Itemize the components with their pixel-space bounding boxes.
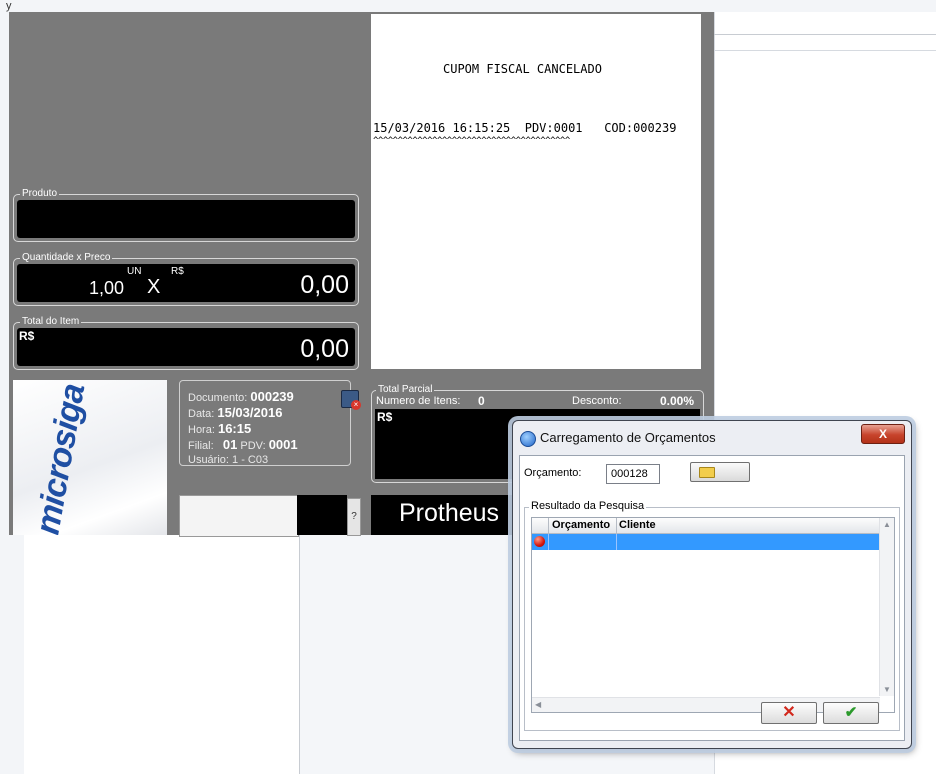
total-item-display: R$ 0,00 [17,328,355,366]
filial-label: Filial: [188,440,214,452]
total-parcial-currency: R$ [377,410,393,424]
help-button[interactable]: ? [347,498,361,536]
ok-button[interactable]: ✔ [823,702,879,724]
hora-value: 16:15 [217,421,252,436]
background-divider [714,50,936,51]
receipt-line: 15/03/2016 16:15:25 PDV:0001 COD:000239 [373,121,677,135]
logo-text: microsiga [28,381,93,535]
table-cell [532,534,549,550]
receipt-display: CUPOM FISCAL CANCELADO 15/03/2016 16:15:… [371,14,701,369]
receipt-title: CUPOM FISCAL CANCELADO [443,62,602,76]
total-item-field: Total do Item R$ 0,00 [13,316,359,370]
results-grid: Orçamento Cliente ▲ ▼ ◀ ▶ [531,517,895,713]
documento-value: 000239 [250,389,294,404]
unit-label: UN [127,266,142,277]
product-name: Protheus [399,499,500,527]
vertical-scrollbar[interactable]: ▲ ▼ [879,518,894,696]
quantidade-preco-label: Quantidade x Preco [20,252,113,264]
close-badge-icon: × [351,400,361,410]
quantidade-preco-field: Quantidade x Preco 1,00 UN X R$ 0,00 [13,252,359,306]
table-cell [549,534,617,550]
pdv-label: PDV: [240,440,266,452]
usuario-value: 1 - C03 [232,454,269,466]
table-row[interactable] [532,534,880,550]
quantity-value: 1,00 [89,278,125,298]
usuario-label: Usuário: [188,454,229,466]
search-button[interactable] [690,462,750,482]
carregamento-orcamentos-dialog: Carregamento de Orçamentos X Orçamento: … [512,420,912,749]
total-item-value: 0,00 [300,335,349,363]
produto-input[interactable] [17,200,355,238]
currency-label: R$ [171,266,184,277]
itens-label: Numero de Itens: [376,395,461,407]
background-divider [714,34,936,35]
scroll-up-icon[interactable]: ▲ [883,520,891,529]
results-legend: Resultado da Pesquisa [529,500,647,512]
product-code-input[interactable] [179,495,299,537]
window-corner-glyph: y [6,0,12,12]
status-column-header[interactable] [532,518,549,533]
preco-value: 0,00 [300,271,349,299]
scroll-down-icon[interactable]: ▼ [883,685,891,694]
column-header-cliente[interactable]: Cliente [617,518,881,533]
times-sign: X [147,276,161,298]
dialog-body: Orçamento: 000128 Resultado da Pesquisa … [519,455,905,741]
folder-icon [699,467,715,478]
data-label: Data: [188,408,215,420]
produto-field: Produto [13,188,359,242]
total-item-label: Total do Item [20,316,82,328]
document-info-panel: Documento: 000239 Data: 15/03/2016 Hora:… [179,380,351,466]
desconto-value: 0.00% [660,394,695,408]
scroll-left-icon[interactable]: ◀ [535,700,541,709]
produto-label: Produto [20,188,60,200]
column-header-orcamento[interactable]: Orçamento [549,518,617,533]
itens-value: 0 [478,394,485,408]
documento-label: Documento: [188,392,248,404]
receipt-line: ^^^^^^^^^^^^^^^^^^^^^^^^^^^^^^^^^^^^^^^^ [373,136,570,146]
hora-label: Hora: [188,424,215,436]
orcamento-label: Orçamento: [524,467,582,479]
app-icon [520,431,536,447]
total-item-currency: R$ [19,329,35,343]
orcamento-input[interactable]: 000128 [606,464,660,484]
quantidade-preco-display: 1,00 UN X R$ 0,00 [17,264,355,302]
data-value: 15/03/2016 [217,405,283,420]
dialog-title: Carregamento de Orçamentos [540,430,716,445]
filial-value: 01 [222,437,238,452]
microsiga-logo: microsiga [13,380,167,535]
pdv-value: 0001 [268,437,298,452]
close-button[interactable]: X [861,424,905,444]
product-code-display [297,495,347,535]
cancel-button[interactable]: ✕ [761,702,817,724]
results-group: Resultado da Pesquisa Orçamento Cliente … [524,500,900,731]
desconto-label: Desconto: [572,395,622,407]
grid-header: Orçamento Cliente [532,518,880,534]
